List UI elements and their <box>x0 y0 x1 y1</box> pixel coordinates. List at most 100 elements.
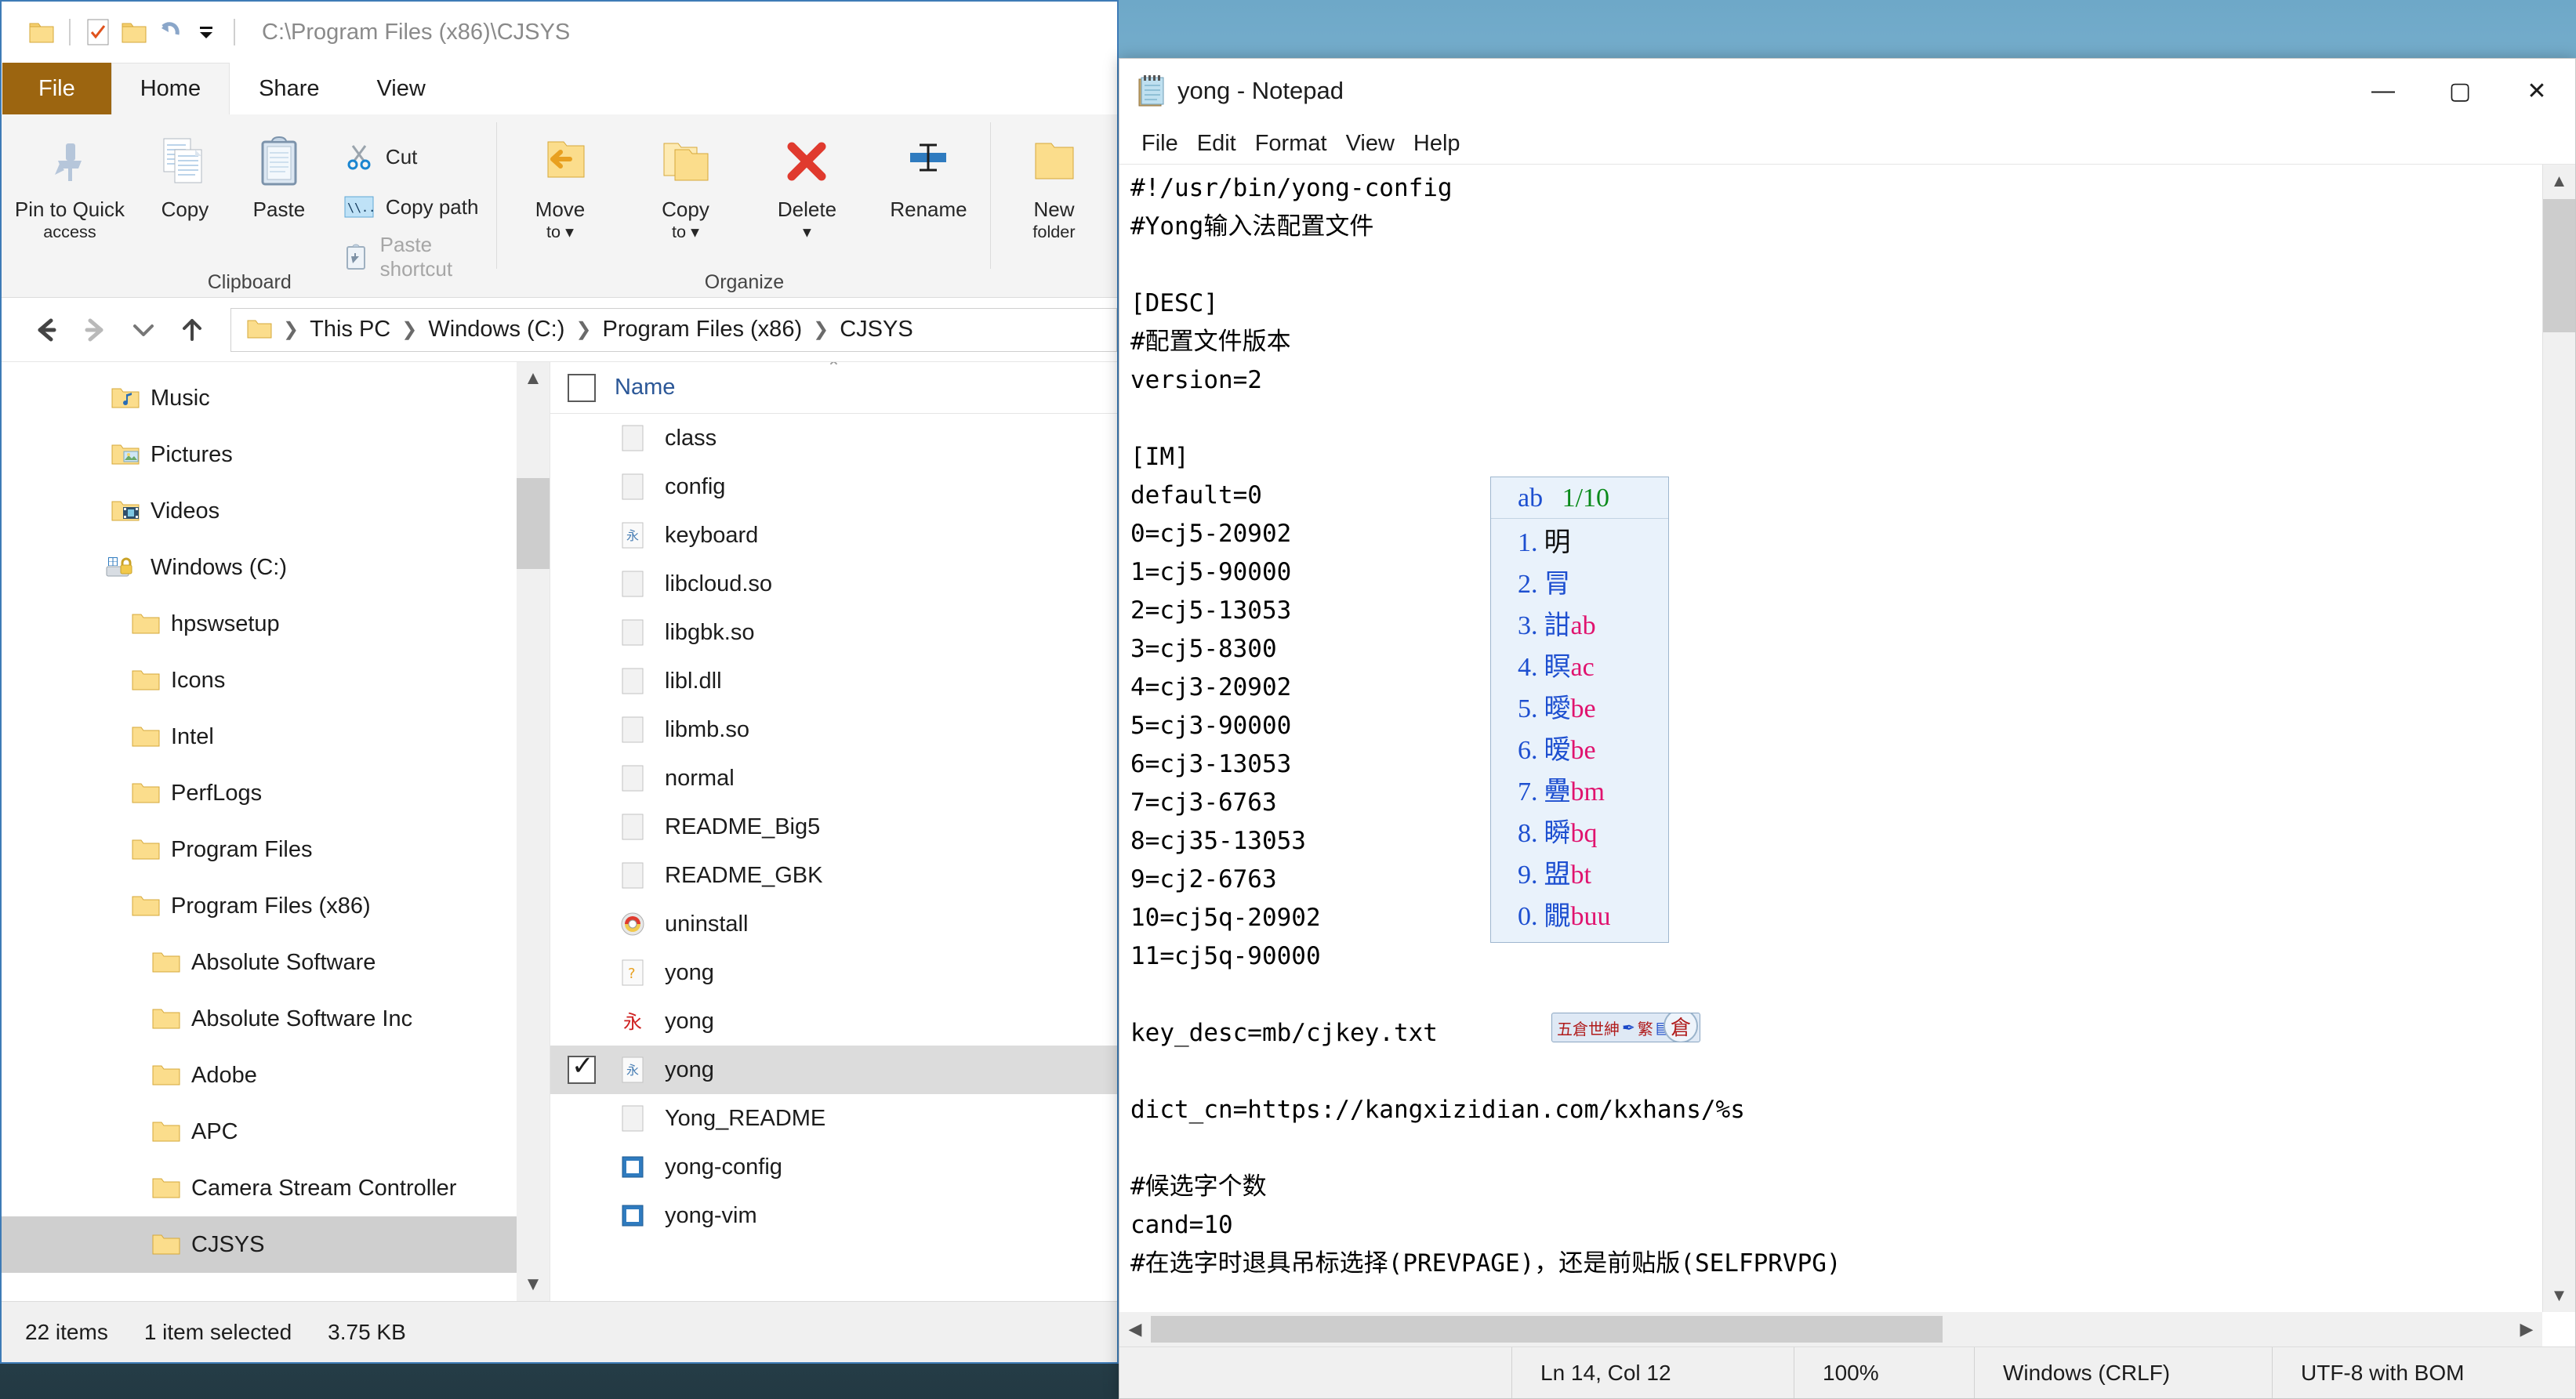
ime-badge[interactable]: 倉 <box>1664 1013 1698 1042</box>
back-arrow-icon[interactable] <box>22 306 71 354</box>
tab-view[interactable]: View <box>347 63 454 114</box>
notepad-vertical-scrollbar[interactable]: ▲ ▼ <box>2542 165 2575 1312</box>
nav-item-perflogs[interactable]: PerfLogs <box>2 765 550 821</box>
notepad-title-bar[interactable]: yong - Notepad — ▢ ✕ <box>1119 59 2575 123</box>
breadcrumb-item-program-files-x86[interactable]: Program Files (x86) <box>594 317 810 343</box>
nav-item-program-files-x86[interactable]: Program Files (x86) <box>2 878 550 934</box>
nav-item-hpswsetup[interactable]: hpswsetup <box>2 596 550 652</box>
file-row-config[interactable]: config <box>550 462 1117 511</box>
file-row-yong-config-selected[interactable]: 永 yong <box>550 1046 1117 1094</box>
properties-icon[interactable] <box>80 14 116 50</box>
tab-home[interactable]: Home <box>111 63 230 114</box>
menu-help[interactable]: Help <box>1404 131 1470 157</box>
row-checkbox[interactable] <box>568 1050 596 1084</box>
file-row-libcloud-so[interactable]: libcloud.so <box>550 560 1117 608</box>
menu-edit[interactable]: Edit <box>1188 131 1246 157</box>
ime-candidate-10[interactable]: 0. 覵buu <box>1491 893 1668 934</box>
collapse-ribbon-chevron-icon[interactable]: ⌃ <box>550 362 1117 378</box>
file-row-keyboard[interactable]: 永 keyboard <box>550 511 1117 560</box>
scrollbar-thumb[interactable] <box>517 478 550 569</box>
nav-item-absolute-software-inc[interactable]: Absolute Software Inc <box>2 991 550 1047</box>
menu-format[interactable]: Format <box>1246 131 1337 157</box>
file-row-yong-app[interactable]: 永 yong <box>550 997 1117 1046</box>
file-row-yong-vim[interactable]: yong-vim <box>550 1191 1117 1240</box>
breadcrumb[interactable]: ❯ This PC ❯ Windows (C:) ❯ Program Files… <box>230 307 1117 352</box>
scroll-right-arrow-icon[interactable]: ▶ <box>2511 1319 2542 1339</box>
nav-item-music[interactable]: Music <box>2 370 550 426</box>
up-arrow-icon[interactable] <box>168 306 216 354</box>
nav-item-program-files[interactable]: Program Files <box>2 821 550 878</box>
scroll-up-arrow-icon[interactable]: ▲ <box>2543 165 2575 198</box>
scroll-up-arrow-icon[interactable]: ▲ <box>517 362 550 395</box>
undo-icon[interactable] <box>152 14 188 50</box>
ime-candidate-6[interactable]: 6. 暧be <box>1491 727 1668 768</box>
ime-candidate-8[interactable]: 8. 瞬bq <box>1491 810 1668 851</box>
file-row-uninstall[interactable]: uninstall <box>550 900 1117 948</box>
move-to-button[interactable]: Move to ▾ <box>497 124 622 241</box>
breadcrumb-item-windows-c[interactable]: Windows (C:) <box>420 317 572 343</box>
file-row-yong-readme[interactable]: Yong_README <box>550 1094 1117 1143</box>
recent-chevron-icon[interactable] <box>119 306 168 354</box>
file-row-libmb-so[interactable]: libmb.so <box>550 705 1117 754</box>
file-row-libgbk-so[interactable]: libgbk.so <box>550 608 1117 657</box>
copy-button[interactable]: Copy <box>138 124 232 222</box>
file-row-class[interactable]: class <box>550 414 1117 462</box>
nav-item-windows-c[interactable]: Windows (C:) <box>2 539 550 596</box>
ime-candidate-5[interactable]: 5. 曖be <box>1491 685 1668 727</box>
breadcrumb-item-this-pc[interactable]: This PC <box>302 317 398 343</box>
maximize-button[interactable]: ▢ <box>2422 59 2498 123</box>
ime-status-toolbar[interactable]: 五倉世紳 ✒ 繁 ▤ 倉 <box>1551 1013 1700 1042</box>
scroll-left-arrow-icon[interactable]: ◀ <box>1119 1319 1151 1339</box>
tab-file[interactable]: File <box>2 63 111 114</box>
nav-pane-scrollbar[interactable]: ▲ ▼ <box>517 362 550 1301</box>
scrollbar-thumb[interactable] <box>2543 199 2575 332</box>
delete-button[interactable]: Delete ▾ <box>748 124 865 241</box>
nav-item-adobe[interactable]: Adobe <box>2 1047 550 1104</box>
rename-button[interactable]: Rename <box>865 124 991 222</box>
copy-to-button[interactable]: Copy to ▾ <box>622 124 748 241</box>
ime-traditional-toggle[interactable]: 繁 <box>1638 1017 1653 1039</box>
nav-item-icons[interactable]: Icons <box>2 652 550 709</box>
ime-candidate-1[interactable]: 1. 明 <box>1491 519 1668 560</box>
ime-candidate-4[interactable]: 4. 瞑ac <box>1491 643 1668 685</box>
nav-item-pictures[interactable]: Pictures <box>2 426 550 483</box>
nav-item-absolute-software[interactable]: Absolute Software <box>2 934 550 991</box>
file-row-readme-big5[interactable]: README_Big5 <box>550 803 1117 851</box>
tab-share[interactable]: Share <box>230 63 348 114</box>
ime-mode-labels[interactable]: 五倉世紳 <box>1557 1017 1620 1039</box>
select-all-checkbox[interactable] <box>568 373 596 402</box>
file-row-yong-config-exe[interactable]: yong-config <box>550 1143 1117 1191</box>
minimize-button[interactable]: — <box>2345 59 2422 123</box>
nav-item-videos[interactable]: Videos <box>2 483 550 539</box>
column-header-name[interactable]: Name <box>615 375 675 400</box>
ime-candidate-7[interactable]: 7. 疉bm <box>1491 768 1668 810</box>
file-row-normal[interactable]: normal <box>550 754 1117 803</box>
new-folder-button[interactable]: New folder <box>991 124 1116 241</box>
new-folder-icon[interactable] <box>116 14 152 50</box>
notepad-horizontal-scrollbar[interactable]: ◀ ▶ <box>1119 1312 2542 1346</box>
menu-view[interactable]: View <box>1337 131 1404 157</box>
nav-item-intel[interactable]: Intel <box>2 709 550 765</box>
notepad-text-area[interactable]: #!/usr/bin/yong-config #Yong输入法配置文件 [DES… <box>1119 164 2575 1346</box>
pin-to-quick-access-button[interactable]: Pin to Quick access <box>2 124 138 241</box>
paste-button[interactable]: Paste <box>232 124 326 222</box>
ime-candidate-2[interactable]: 2. 冐 <box>1491 560 1668 602</box>
ime-candidate-9[interactable]: 9. 盟bt <box>1491 851 1668 893</box>
folder-icon[interactable] <box>24 14 60 50</box>
nav-item-camera-stream-controller[interactable]: Camera Stream Controller <box>2 1160 550 1216</box>
nav-item-apc[interactable]: APC <box>2 1104 550 1160</box>
file-row-libl-dll[interactable]: libl.dll <box>550 657 1117 705</box>
breadcrumb-item-cjsys[interactable]: CJSYS <box>832 317 920 343</box>
ime-pen-icon[interactable]: ✒ <box>1622 1018 1635 1038</box>
ime-candidate-3[interactable]: 3. 詌ab <box>1491 602 1668 643</box>
scroll-down-arrow-icon[interactable]: ▼ <box>517 1268 550 1301</box>
breadcrumb-root-icon[interactable] <box>239 317 280 343</box>
cut-button[interactable]: Cut <box>332 133 498 180</box>
hscrollbar-thumb[interactable] <box>1151 1316 1943 1343</box>
close-button[interactable]: ✕ <box>2498 59 2575 123</box>
file-row-readme-gbk[interactable]: README_GBK <box>550 851 1117 900</box>
menu-file[interactable]: File <box>1132 131 1188 157</box>
customize-chevron-icon[interactable] <box>188 14 224 50</box>
notepad-content[interactable]: #!/usr/bin/yong-config #Yong输入法配置文件 [DES… <box>1130 169 2531 1346</box>
file-row-yong-help[interactable]: ? yong <box>550 948 1117 997</box>
